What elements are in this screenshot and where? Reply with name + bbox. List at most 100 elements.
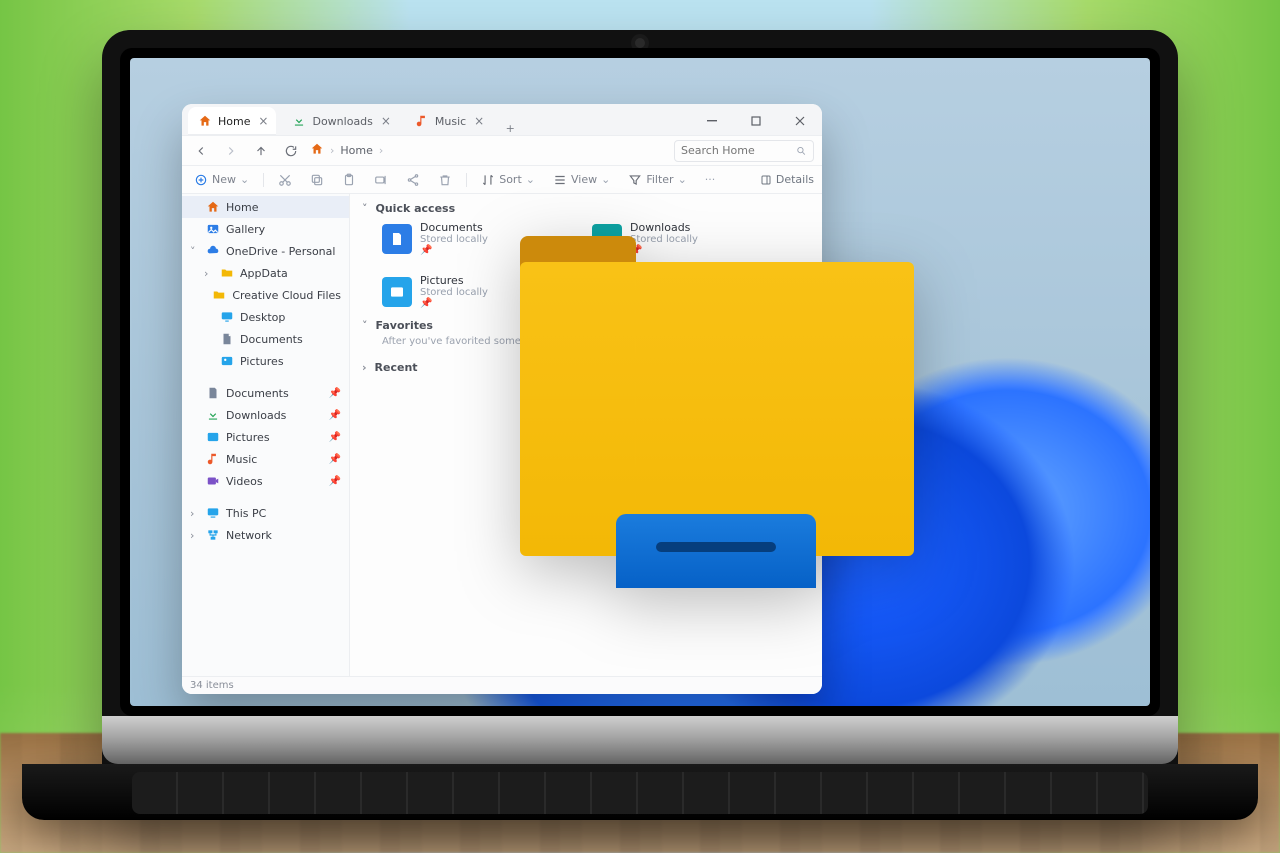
chevron-down-icon: ⌄ bbox=[601, 173, 610, 186]
status-text: 34 items bbox=[190, 680, 234, 691]
window-minimize-button[interactable] bbox=[690, 107, 734, 135]
sidebar-item-label: Documents bbox=[226, 387, 289, 400]
tab-close-icon[interactable]: × bbox=[258, 114, 268, 128]
nav-forward-button[interactable] bbox=[220, 140, 242, 162]
view-button[interactable]: View ⌄ bbox=[549, 171, 614, 189]
sidebar-item-label: Downloads bbox=[226, 409, 286, 422]
sidebar-item-documents[interactable]: Documents bbox=[182, 328, 349, 350]
chevron-right-icon[interactable] bbox=[190, 529, 200, 542]
folder-icon bbox=[220, 266, 234, 280]
tab-label: Home bbox=[218, 115, 250, 128]
details-pane-toggle[interactable]: Details bbox=[760, 173, 814, 186]
section-title: Quick access bbox=[376, 202, 456, 215]
sidebar-item-this-pc[interactable]: This PC bbox=[182, 502, 349, 524]
sidebar-item-quick-documents[interactable]: Documents 📌 bbox=[182, 382, 349, 404]
pin-icon: 📌 bbox=[329, 388, 341, 399]
tab-close-icon[interactable]: × bbox=[381, 114, 391, 128]
section-header[interactable]: ˅ Quick access bbox=[362, 202, 810, 215]
gallery-icon bbox=[206, 222, 220, 236]
laptop: Home × Downloads × bbox=[102, 30, 1178, 820]
sidebar-item-desktop[interactable]: Desktop bbox=[182, 306, 349, 328]
pictures-icon bbox=[220, 354, 234, 368]
paste-button[interactable] bbox=[338, 171, 360, 189]
sidebar-item-label: Home bbox=[226, 201, 258, 214]
rename-button[interactable] bbox=[370, 171, 392, 189]
sidebar-item-home[interactable]: Home bbox=[182, 196, 349, 218]
pin-icon: 📌 bbox=[329, 432, 341, 443]
file-explorer-app-icon bbox=[520, 236, 914, 556]
chevron-down-icon: ⌄ bbox=[678, 173, 687, 186]
folder-body bbox=[520, 262, 914, 556]
chevron-down-icon: ⌄ bbox=[526, 173, 535, 186]
nav-up-button[interactable] bbox=[250, 140, 272, 162]
filter-button-label: Filter bbox=[646, 173, 673, 186]
nav-back-button[interactable] bbox=[190, 140, 212, 162]
share-button[interactable] bbox=[402, 171, 424, 189]
breadcrumb[interactable]: › Home › bbox=[310, 142, 666, 159]
sidebar-item-quick-music[interactable]: Music 📌 bbox=[182, 448, 349, 470]
search-box[interactable] bbox=[674, 140, 814, 162]
chevron-right-icon[interactable] bbox=[204, 267, 214, 280]
window-maximize-button[interactable] bbox=[734, 107, 778, 135]
tile-title: Pictures bbox=[420, 274, 488, 287]
more-button[interactable]: ··· bbox=[701, 171, 720, 188]
section-title: Recent bbox=[375, 361, 418, 374]
home-icon bbox=[310, 142, 324, 159]
nav-refresh-button[interactable] bbox=[280, 140, 302, 162]
tile-pictures[interactable]: Pictures Stored locally 📌 bbox=[382, 274, 532, 309]
sidebar-item-gallery[interactable]: Gallery bbox=[182, 218, 349, 240]
delete-button[interactable] bbox=[434, 171, 456, 189]
chevron-right-icon[interactable] bbox=[190, 507, 200, 520]
documents-icon bbox=[382, 224, 412, 254]
chevron-right-icon: › bbox=[362, 361, 367, 374]
sidebar-item-creative-cloud[interactable]: Creative Cloud Files bbox=[182, 284, 349, 306]
onedrive-icon bbox=[206, 244, 220, 258]
sidebar-item-label: Desktop bbox=[240, 311, 285, 324]
pin-icon: 📌 bbox=[420, 298, 488, 309]
new-button[interactable]: New ⌄ bbox=[190, 171, 253, 189]
music-icon bbox=[206, 452, 220, 466]
sidebar-item-quick-videos[interactable]: Videos 📌 bbox=[182, 470, 349, 492]
section-title: Favorites bbox=[376, 319, 433, 332]
webcam-notch bbox=[635, 38, 645, 48]
sidebar-item-label: Documents bbox=[240, 333, 303, 346]
new-tab-button[interactable]: + bbox=[498, 122, 522, 135]
sidebar-item-onedrive[interactable]: OneDrive - Personal bbox=[182, 240, 349, 262]
toolbar-divider bbox=[263, 173, 264, 187]
cut-button[interactable] bbox=[274, 171, 296, 189]
chevron-down-icon: ˅ bbox=[362, 202, 368, 215]
pin-icon: 📌 bbox=[420, 245, 488, 256]
details-label: Details bbox=[776, 173, 814, 186]
chevron-down-icon: ˅ bbox=[362, 319, 368, 332]
sidebar-item-appdata[interactable]: AppData bbox=[182, 262, 349, 284]
downloads-icon bbox=[206, 408, 220, 422]
pictures-icon bbox=[382, 277, 412, 307]
sidebar-item-network[interactable]: Network bbox=[182, 524, 349, 546]
copy-button[interactable] bbox=[306, 171, 328, 189]
tabstrip: Home × Downloads × bbox=[182, 104, 822, 136]
window-controls bbox=[690, 107, 822, 135]
window-close-button[interactable] bbox=[778, 107, 822, 135]
tab-home[interactable]: Home × bbox=[188, 107, 276, 135]
tile-subtitle: Stored locally bbox=[420, 287, 488, 298]
desktop-icon bbox=[220, 310, 234, 324]
tab-label: Music bbox=[435, 115, 466, 128]
tab-downloads[interactable]: Downloads × bbox=[282, 107, 398, 135]
sidebar-item-pictures[interactable]: Pictures bbox=[182, 350, 349, 372]
filter-button[interactable]: Filter ⌄ bbox=[624, 171, 690, 189]
folder-icon bbox=[212, 288, 226, 302]
tab-close-icon[interactable]: × bbox=[474, 114, 484, 128]
chevron-down-icon[interactable] bbox=[190, 245, 200, 258]
search-input[interactable] bbox=[681, 144, 792, 157]
tab-music[interactable]: Music × bbox=[405, 107, 492, 135]
breadcrumb-item[interactable]: Home bbox=[340, 144, 372, 157]
sidebar-item-quick-pictures[interactable]: Pictures 📌 bbox=[182, 426, 349, 448]
documents-icon bbox=[206, 386, 220, 400]
sidebar-item-quick-downloads[interactable]: Downloads 📌 bbox=[182, 404, 349, 426]
sort-button[interactable]: Sort ⌄ bbox=[477, 171, 539, 189]
tile-documents[interactable]: Documents Stored locally 📌 bbox=[382, 221, 532, 256]
sidebar-item-label: This PC bbox=[226, 507, 266, 520]
sidebar-item-label: Creative Cloud Files bbox=[232, 289, 341, 302]
desktop-wallpaper: Home × Downloads × bbox=[130, 58, 1150, 706]
videos-icon bbox=[206, 474, 220, 488]
